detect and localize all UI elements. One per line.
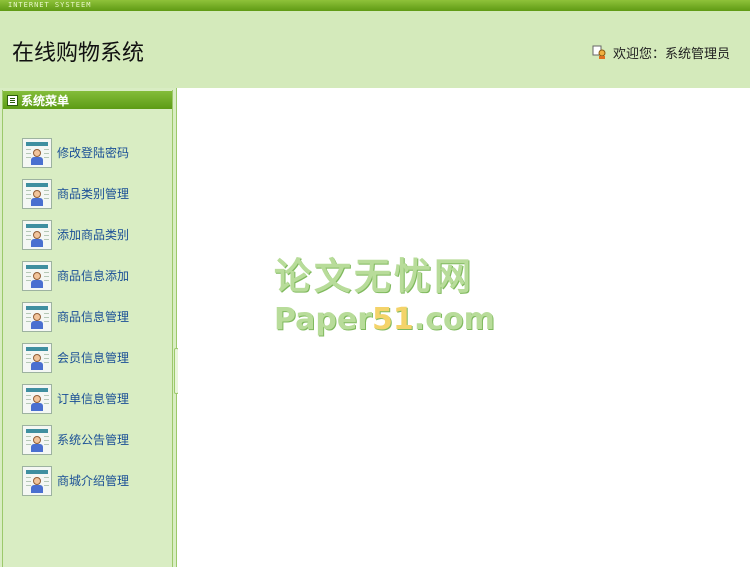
menu-item-product-manage[interactable]: 商品信息管理 bbox=[22, 296, 129, 337]
watermark-en: Paper51.com bbox=[274, 302, 495, 337]
menu-item-label[interactable]: 商品信息添加 bbox=[57, 267, 129, 284]
menu-item-product-add[interactable]: 商品信息添加 bbox=[22, 255, 129, 296]
watermark-en-highlight: 51 bbox=[372, 302, 414, 337]
menu-item-member-manage[interactable]: 会员信息管理 bbox=[22, 337, 129, 378]
user-card-icon bbox=[22, 260, 52, 291]
menu-item-intro-manage[interactable]: 商城介绍管理 bbox=[22, 460, 129, 501]
welcome-text: 欢迎您：系统管理员 bbox=[612, 47, 730, 62]
user-card-icon bbox=[22, 465, 52, 496]
user-card-icon bbox=[22, 424, 52, 455]
menu-item-label[interactable]: 订单信息管理 bbox=[57, 390, 129, 407]
menu-list: 修改登陆密码 商品类别管理 添加商品类别 商品信息添加 商品信息管理 会员信息管… bbox=[22, 132, 129, 501]
top-banner: INTERNET SYSTEEM bbox=[0, 0, 750, 11]
menu-heading: 系统菜单 bbox=[3, 91, 172, 109]
system-title: 在线购物系统 bbox=[12, 41, 145, 66]
user-card-icon bbox=[22, 219, 52, 250]
menu-item-label[interactable]: 系统公告管理 bbox=[57, 431, 129, 448]
welcome-area: 欢迎您：系统管理员 bbox=[592, 43, 730, 62]
menu-item-category-manage[interactable]: 商品类别管理 bbox=[22, 173, 129, 214]
user-card-icon bbox=[22, 342, 52, 373]
menu-item-label[interactable]: 添加商品类别 bbox=[57, 226, 129, 243]
user-card-icon bbox=[22, 137, 52, 168]
sidebar: 系统菜单 修改登陆密码 商品类别管理 添加商品类别 商品信息添加 商品信息管理 … bbox=[0, 88, 177, 567]
watermark-en-prefix: Paper bbox=[274, 302, 373, 337]
menu-item-order-manage[interactable]: 订单信息管理 bbox=[22, 378, 129, 419]
menu-item-change-password[interactable]: 修改登陆密码 bbox=[22, 132, 129, 173]
menu-item-label[interactable]: 商品信息管理 bbox=[57, 308, 129, 325]
main-content: 论文无忧网 Paper51.com bbox=[178, 88, 750, 567]
menu-heading-label: 系统菜单 bbox=[21, 93, 70, 108]
edit-icon bbox=[7, 94, 18, 106]
user-icon bbox=[592, 45, 607, 60]
menu-item-category-add[interactable]: 添加商品类别 bbox=[22, 214, 129, 255]
user-card-icon bbox=[22, 383, 52, 414]
menu-item-label[interactable]: 商城介绍管理 bbox=[57, 472, 129, 489]
page-header: 在线购物系统 欢迎您：系统管理员 bbox=[0, 11, 750, 88]
watermark-cn: 论文无忧网 bbox=[274, 255, 474, 298]
menu-item-notice-manage[interactable]: 系统公告管理 bbox=[22, 419, 129, 460]
watermark: 论文无忧网 Paper51.com bbox=[274, 246, 495, 337]
menu-item-label[interactable]: 修改登陆密码 bbox=[57, 144, 129, 161]
watermark-en-suffix: .com bbox=[413, 302, 495, 337]
menu-item-label[interactable]: 会员信息管理 bbox=[57, 349, 129, 366]
banner-text: INTERNET SYSTEEM bbox=[8, 1, 92, 9]
user-card-icon bbox=[22, 301, 52, 332]
menu-item-label[interactable]: 商品类别管理 bbox=[57, 185, 129, 202]
user-card-icon bbox=[22, 178, 52, 209]
